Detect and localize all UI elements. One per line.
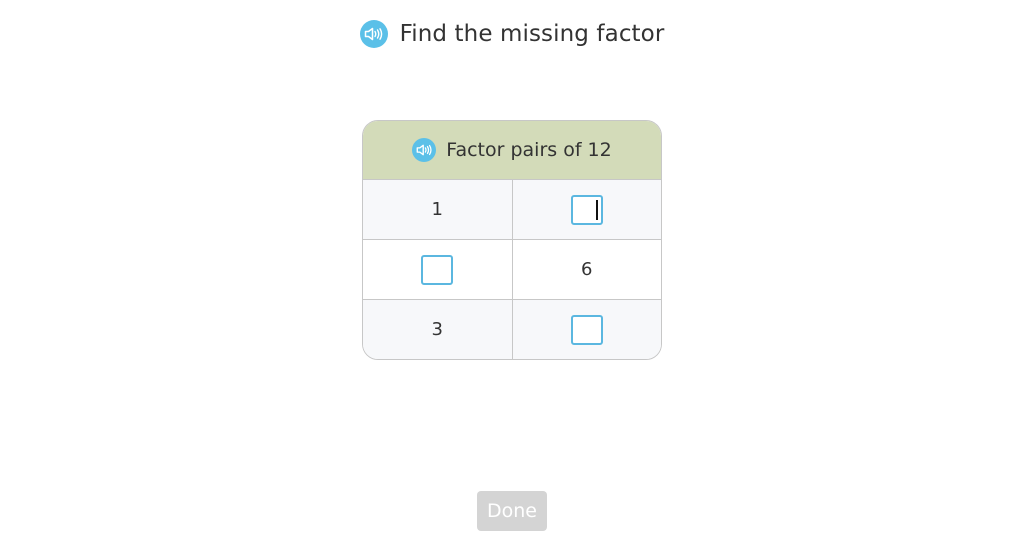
table-title: Factor pairs of 12 <box>446 139 612 161</box>
question-prompt: Find the missing factor <box>0 20 1024 48</box>
missing-factor-input-1[interactable] <box>570 194 603 225</box>
exercise-page: Find the missing factor Factor pairs of … <box>0 0 1024 560</box>
table-row: 6 <box>363 240 661 300</box>
factor-cell-right <box>511 180 662 239</box>
table-header: Factor pairs of 12 <box>363 121 661 180</box>
table-row: 3 <box>363 300 661 359</box>
question-text: Find the missing factor <box>399 21 665 47</box>
factor-cell-left: 3 <box>431 319 443 340</box>
factor-cell-right <box>511 300 662 359</box>
factor-pairs-table: Factor pairs of 12 1 6 3 <box>362 120 662 360</box>
speaker-icon[interactable] <box>412 138 437 162</box>
missing-factor-input-3[interactable] <box>570 314 603 345</box>
speaker-icon[interactable] <box>359 20 388 48</box>
factor-cell-right: 6 <box>511 240 662 299</box>
factor-cell-left: 1 <box>431 199 443 220</box>
factor-cell-left <box>363 240 512 299</box>
done-button[interactable]: Done <box>477 491 547 531</box>
text-cursor <box>595 199 598 220</box>
missing-factor-input-2[interactable] <box>421 254 454 285</box>
table-row: 1 <box>363 180 661 240</box>
